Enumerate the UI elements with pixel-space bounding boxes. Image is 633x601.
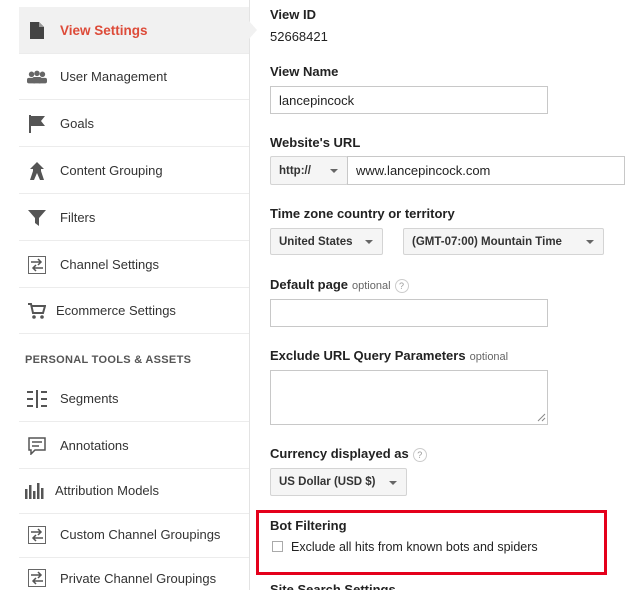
currency-select[interactable]: US Dollar (USD $) [270, 468, 407, 496]
website-url-label: Website's URL [270, 135, 361, 150]
sidebar-item-label: Channel Settings [60, 257, 160, 272]
sidebar-item-label: Goals [60, 116, 94, 131]
sidebar-item-label: Ecommerce Settings [56, 303, 176, 318]
resize-handle-icon[interactable] [537, 413, 546, 422]
currency-label: Currency displayed as? [270, 446, 427, 462]
flag-icon [27, 114, 47, 134]
channel-icon [27, 568, 47, 588]
exclude-params-textarea[interactable] [270, 370, 548, 425]
bar-chart-icon [25, 481, 45, 501]
filter-icon [27, 208, 47, 228]
view-id-label: View ID [270, 7, 317, 22]
sidebar-item-label: User Management [60, 69, 167, 84]
sidebar-item-channel-settings[interactable]: Channel Settings [19, 242, 249, 288]
protocol-value: http:// [279, 164, 311, 177]
sidebar-item-annotations[interactable]: Annotations [19, 423, 249, 469]
chevron-down-icon [365, 240, 373, 244]
currency-value: US Dollar (USD $) [279, 476, 376, 488]
chevron-down-icon [586, 240, 594, 244]
bot-filtering-label: Bot Filtering [270, 518, 347, 533]
country-value: United States [279, 235, 353, 248]
sidebar-item-ecommerce-settings[interactable]: Ecommerce Settings [19, 288, 249, 334]
annotation-icon [27, 436, 47, 456]
sidebar-item-private-channel-groupings[interactable]: Private Channel Groupings [19, 555, 249, 601]
sidebar-item-label: Annotations [60, 438, 129, 453]
help-icon[interactable]: ? [394, 278, 409, 293]
sidebar-item-user-management[interactable]: User Management [19, 54, 249, 100]
sidebar-item-view-settings[interactable]: View Settings [19, 7, 257, 54]
bot-filtering-checkbox[interactable] [272, 541, 283, 552]
optional-tag: optional [469, 351, 509, 363]
sidebar: View Settings User Management Goals Cont… [0, 0, 257, 590]
document-icon [27, 20, 47, 40]
sidebar-item-content-grouping[interactable]: Content Grouping [19, 148, 249, 194]
section-heading-personal-tools: PERSONAL TOOLS & ASSETS [25, 354, 192, 366]
sidebar-item-label: View Settings [60, 22, 148, 38]
timezone-value: (GMT-07:00) Mountain Time [412, 235, 562, 248]
sidebar-item-label: Private Channel Groupings [60, 570, 217, 586]
protocol-select[interactable]: http:// [270, 156, 348, 185]
timezone-label: Time zone country or territory [270, 206, 455, 221]
exclude-params-label-text: Exclude URL Query Parameters [270, 348, 466, 363]
default-page-label-text: Default page [270, 277, 349, 292]
sidebar-item-filters[interactable]: Filters [19, 195, 249, 241]
sidebar-item-label: Custom Channel Groupings [60, 527, 221, 542]
sidebar-item-custom-channel-groupings[interactable]: Custom Channel Groupings [19, 512, 249, 558]
view-id-value: 52668421 [270, 29, 328, 44]
cart-icon [27, 301, 47, 321]
optional-tag: optional [352, 280, 391, 292]
default-page-input[interactable] [270, 299, 548, 327]
sidebar-item-attribution-models[interactable]: Attribution Models [19, 468, 249, 514]
sidebar-item-label: Filters [60, 210, 96, 225]
website-url-input[interactable]: www.lancepincock.com [347, 156, 625, 185]
sidebar-divider [249, 0, 250, 590]
channel-icon [27, 525, 47, 545]
sidebar-item-goals[interactable]: Goals [19, 101, 249, 147]
bot-filtering-checkbox-label[interactable]: Exclude all hits from known bots and spi… [291, 540, 538, 554]
users-icon [27, 67, 47, 87]
segments-icon [27, 389, 47, 409]
sidebar-item-label: Attribution Models [55, 483, 160, 498]
view-name-input[interactable]: lancepincock [270, 86, 548, 114]
country-select[interactable]: United States [270, 228, 383, 255]
exclude-params-label: Exclude URL Query Parameters optional [270, 348, 508, 363]
sidebar-item-label: Segments [60, 391, 119, 406]
currency-label-text: Currency displayed as [270, 446, 409, 461]
timezone-select[interactable]: (GMT-07:00) Mountain Time [403, 228, 604, 255]
chevron-down-icon [389, 481, 397, 485]
site-search-settings-label: Site Search Settings [270, 583, 396, 590]
channel-icon [27, 255, 47, 275]
default-page-label: Default page optional? [270, 277, 409, 293]
view-name-label: View Name [270, 64, 339, 79]
help-icon[interactable]: ? [412, 447, 427, 462]
content-grouping-icon [27, 161, 47, 181]
sidebar-item-label: Content Grouping [60, 163, 163, 178]
chevron-down-icon [330, 169, 338, 173]
sidebar-item-segments[interactable]: Segments [19, 376, 249, 422]
